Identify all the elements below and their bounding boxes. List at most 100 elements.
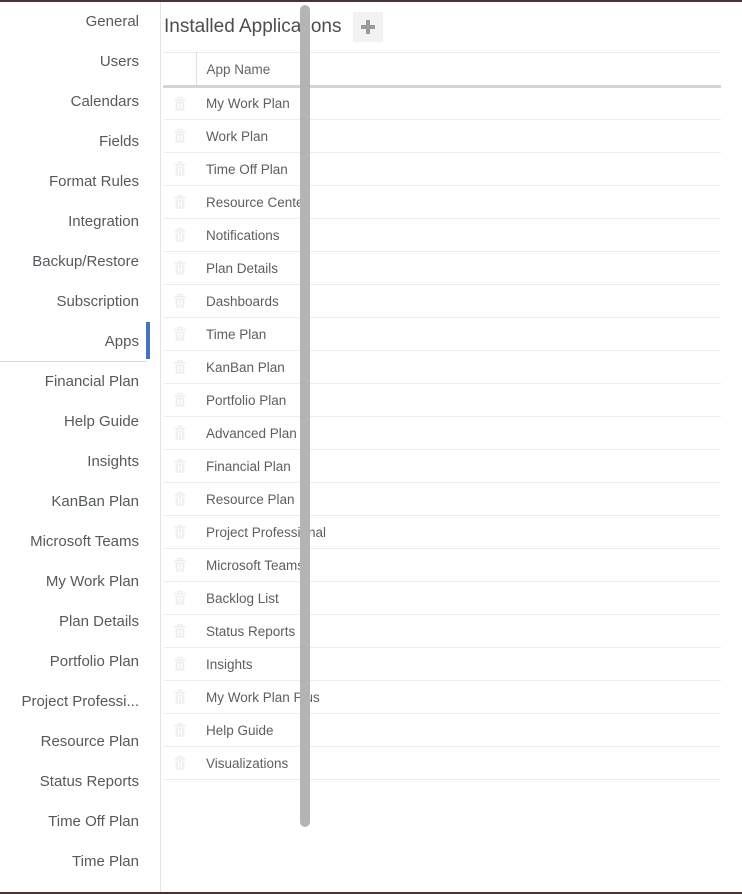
delete-app-button[interactable] [163,86,196,120]
table-row[interactable]: Advanced Plan [163,416,721,450]
delete-app-button[interactable] [163,218,196,252]
table-row[interactable]: Dashboards [163,284,721,318]
delete-app-button[interactable] [163,284,196,318]
sidebar-item-microsoft-teams[interactable]: Microsoft Teams [0,522,146,562]
delete-app-button[interactable] [163,185,196,219]
trash-icon[interactable] [172,458,188,474]
trash-icon[interactable] [172,227,188,243]
table-row[interactable]: Time Off Plan [163,152,721,186]
table-row[interactable]: Insights [163,647,721,681]
trash-icon[interactable] [172,359,188,375]
sidebar-nav-list: General Users Calendars Fields Format Rules I… [0,2,146,882]
sidebar-item-portfolio-plan[interactable]: Portfolio Plan [0,642,146,682]
sidebar-scrollbar-track[interactable] [150,2,310,892]
sidebar-item-calendars[interactable]: Calendars [0,82,146,122]
delete-app-button[interactable] [163,482,196,516]
table-row[interactable]: Plan Details [163,251,721,285]
trash-icon[interactable] [172,392,188,408]
sidebar-item-help-guide[interactable]: Help Guide [0,402,146,442]
table-row[interactable]: Status Reports [163,614,721,648]
sidebar-item-format-rules[interactable]: Format Rules [0,162,146,202]
add-app-button[interactable] [353,12,384,42]
sidebar-scrollbar-thumb[interactable] [300,5,310,827]
sidebar-item-insights[interactable]: Insights [0,442,146,482]
table-row[interactable]: Help Guide [163,713,721,747]
cell-app-name: Time Off Plan [196,152,721,186]
delete-app-button[interactable] [163,383,196,417]
delete-app-button[interactable] [163,449,196,483]
table-row[interactable]: Work Plan [163,119,721,153]
sidebar-item-my-work-plan[interactable]: My Work Plan [0,562,146,602]
sidebar-item-status-reports[interactable]: Status Reports [0,762,146,802]
sidebar-item-plan-details[interactable]: Plan Details [0,602,146,642]
trash-icon[interactable] [172,722,188,738]
sidebar-item-fields[interactable]: Fields [0,122,146,162]
trash-icon[interactable] [172,293,188,309]
table-row[interactable]: My Work Plan Plus [163,680,721,714]
table-row[interactable]: Project Professional [163,515,721,549]
sidebar-item-subscription[interactable]: Subscription [0,282,146,322]
trash-icon[interactable] [172,326,188,342]
sidebar-item-time-plan[interactable]: Time Plan [0,842,146,882]
sidebar-item-kanban-plan[interactable]: KanBan Plan [0,482,146,522]
trash-icon[interactable] [172,689,188,705]
trash-icon[interactable] [172,128,188,144]
table-row[interactable]: KanBan Plan [163,350,721,384]
sidebar-item-apps[interactable]: Apps [0,322,146,362]
sidebar-item-general[interactable]: General [0,2,146,42]
table-row[interactable]: Resource Center [163,185,721,219]
trash-icon[interactable] [172,590,188,606]
delete-app-button[interactable] [163,515,196,549]
installed-applications-panel: Installed Applications App Name My Work … [146,2,742,892]
trash-icon[interactable] [172,755,188,771]
delete-app-button[interactable] [163,647,196,681]
sidebar-item-time-off-plan[interactable]: Time Off Plan [0,802,146,842]
sidebar-item-backup-restore[interactable]: Backup/Restore [0,242,146,282]
table-row[interactable]: My Work Plan [163,86,721,120]
table-row[interactable]: Time Plan [163,317,721,351]
delete-app-button[interactable] [163,548,196,582]
trash-icon[interactable] [172,260,188,276]
table-row[interactable]: Notifications [163,218,721,252]
trash-icon[interactable] [172,95,188,111]
delete-app-button[interactable] [163,119,196,153]
table-row[interactable]: Resource Plan [163,482,721,516]
sidebar-item-resource-plan[interactable]: Resource Plan [0,722,146,762]
delete-app-button[interactable] [163,713,196,747]
sidebar-item-project-professi[interactable]: Project Professi... [0,682,146,722]
table-row[interactable]: Microsoft Teams [163,548,721,582]
table-header: App Name [163,52,721,88]
cell-app-name: Resource Plan [196,482,721,516]
delete-app-button[interactable] [163,251,196,285]
delete-app-button[interactable] [163,350,196,384]
trash-icon[interactable] [172,425,188,441]
trash-icon[interactable] [172,557,188,573]
delete-app-button[interactable] [163,317,196,351]
delete-app-button[interactable] [163,152,196,186]
sidebar-item-users[interactable]: Users [0,42,146,82]
delete-app-button[interactable] [163,746,196,780]
table-row[interactable]: Visualizations [163,746,721,780]
table-row[interactable]: Portfolio Plan [163,383,721,417]
sidebar-item-integration[interactable]: Integration [0,202,146,242]
cell-app-name: Help Guide [196,713,721,747]
sidebar-item-financial-plan[interactable]: Financial Plan [0,362,146,402]
trash-icon[interactable] [172,161,188,177]
table-header-row: App Name [163,52,721,88]
cell-app-name: KanBan Plan [196,350,721,384]
table-row[interactable]: Financial Plan [163,449,721,483]
trash-icon[interactable] [172,656,188,672]
delete-app-button[interactable] [163,680,196,714]
trash-icon[interactable] [172,524,188,540]
cell-app-name: Plan Details [196,251,721,285]
trash-icon[interactable] [172,491,188,507]
trash-icon[interactable] [172,623,188,639]
cell-app-name: Project Professional [196,515,721,549]
delete-app-button[interactable] [163,614,196,648]
app-root: General Users Calendars Fields Format Rules I… [0,2,742,892]
trash-icon[interactable] [172,194,188,210]
table-row[interactable]: Backlog List [163,581,721,615]
delete-app-button[interactable] [163,416,196,450]
cell-app-name: Insights [196,647,721,681]
delete-app-button[interactable] [163,581,196,615]
